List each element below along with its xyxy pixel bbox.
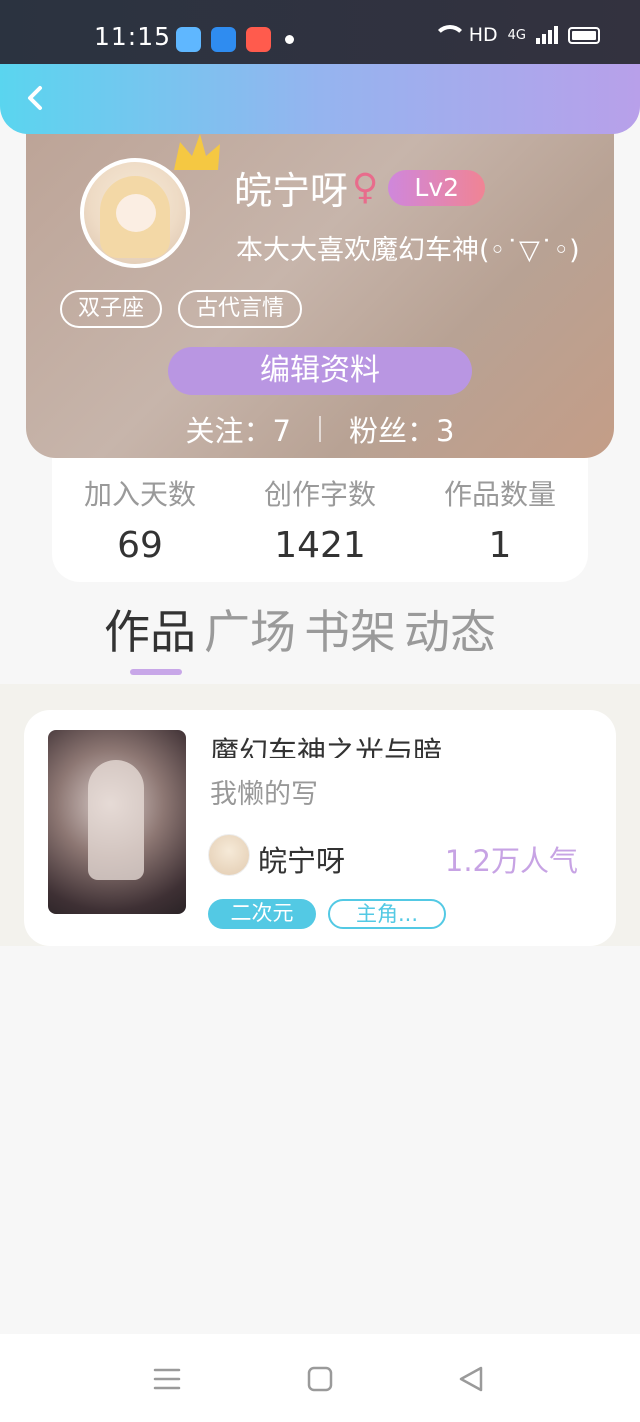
- edit-profile-button[interactable]: 编辑资料: [168, 347, 472, 395]
- follow-row: 关注：7 粉丝：3: [26, 408, 614, 450]
- following-count[interactable]: 关注：7: [186, 408, 291, 450]
- tab-indicator: [130, 669, 182, 675]
- tab-bar: 作品 广场 书架 动态: [104, 596, 504, 662]
- stats-card: 加入天数 69 创作字数 1421 作品数量 1: [52, 440, 588, 582]
- app-header: [0, 64, 640, 134]
- stat-value: 1421: [274, 525, 366, 566]
- work-tag[interactable]: 二次元: [208, 899, 316, 929]
- stat-value: 69: [117, 525, 163, 566]
- system-nav-bar: [0, 1334, 640, 1422]
- back-button[interactable]: [18, 78, 58, 118]
- author-avatar: [208, 834, 250, 876]
- gender-icon: ♀: [352, 167, 379, 208]
- crown-icon: [174, 134, 220, 170]
- signature: 本大大喜欢魔幻车神(◦˙▽˙◦): [236, 235, 580, 266]
- tab-square[interactable]: 广场: [204, 596, 296, 662]
- status-bar: 11:15 HD 4G: [0, 0, 640, 64]
- stat-label: 创作字数: [263, 478, 376, 511]
- work-card[interactable]: 魔幻车神之光与暗 我懒的写 皖宁呀 1.2万人气 二次元 主角...: [24, 710, 616, 946]
- stat-words: 创作字数 1421: [240, 473, 400, 566]
- profile-tags: 双子座 古代言情: [60, 290, 303, 328]
- status-right: HD 4G: [432, 24, 600, 46]
- battery-icon: [568, 26, 600, 44]
- stat-days: 加入天数 69: [60, 473, 220, 566]
- status-time: 11:15: [94, 22, 172, 51]
- signal-icon: [536, 26, 558, 44]
- app-icon-3: [246, 27, 271, 52]
- username: 皖宁呀: [234, 169, 349, 213]
- chevron-left-icon: [28, 86, 42, 110]
- home-icon[interactable]: [305, 1364, 335, 1394]
- profile-tag: 古代言情: [178, 290, 303, 328]
- stat-label: 作品数量: [443, 478, 556, 511]
- back-icon[interactable]: [456, 1364, 486, 1394]
- divider: [319, 416, 321, 442]
- profile-card: 皖宁呀 ♀ Lv2 本大大喜欢魔幻车神(◦˙▽˙◦) 双子座 古代言情 编辑资料…: [26, 110, 614, 458]
- work-tag[interactable]: 主角...: [328, 899, 446, 929]
- app-icon-2: [211, 27, 236, 52]
- profile-tag: 双子座: [60, 290, 163, 328]
- tab-activity[interactable]: 动态: [404, 596, 496, 662]
- work-author: 皖宁呀: [258, 844, 346, 878]
- stat-works: 作品数量 1: [420, 473, 580, 566]
- work-description: 我懒的写: [210, 779, 318, 810]
- work-cover[interactable]: [48, 730, 186, 914]
- wifi-icon: [432, 25, 467, 45]
- work-tags: 二次元 主角...: [208, 899, 446, 929]
- work-title: 魔幻车神之光与暗: [210, 735, 443, 758]
- tab-works[interactable]: 作品: [104, 596, 196, 662]
- notification-dot-icon: [285, 35, 294, 44]
- name-row: 皖宁呀 ♀ Lv2: [234, 160, 486, 215]
- work-popularity: 1.2万人气: [444, 844, 578, 878]
- stat-value: 1: [488, 525, 512, 566]
- app-icon-1: [176, 27, 201, 52]
- signal-label: 4G: [507, 27, 526, 43]
- tab-bookshelf[interactable]: 书架: [304, 596, 396, 662]
- followers-count[interactable]: 粉丝：3: [349, 408, 454, 450]
- level-badge: Lv2: [388, 169, 486, 206]
- stat-label: 加入天数: [83, 478, 196, 511]
- network-label: HD: [468, 24, 498, 46]
- menu-icon[interactable]: [152, 1364, 182, 1394]
